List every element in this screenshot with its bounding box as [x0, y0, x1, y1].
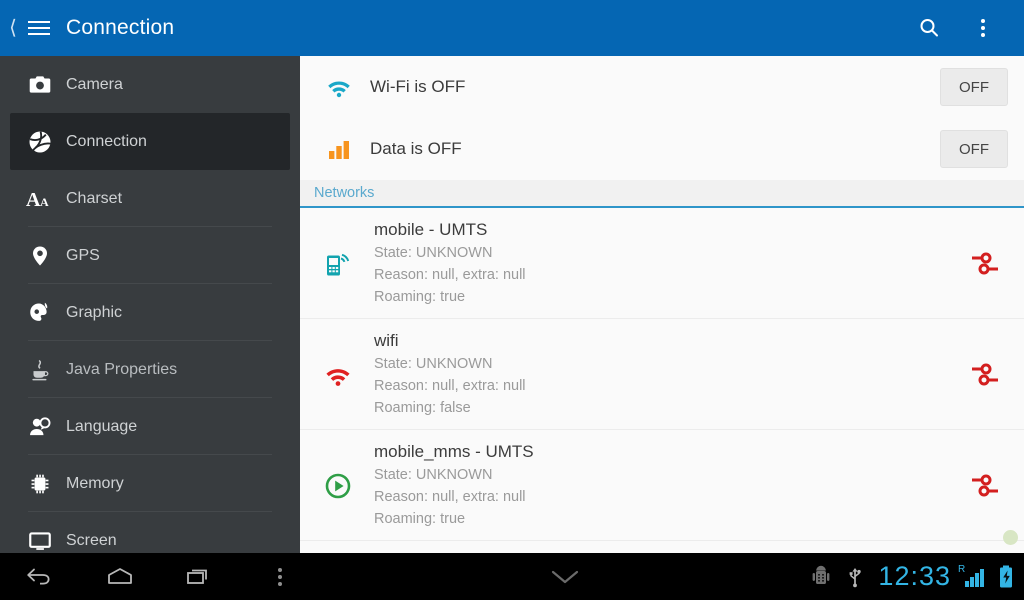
sidebar-item-graphic[interactable]: Graphic: [0, 284, 300, 341]
sidebar-item-label: Connection: [66, 132, 147, 150]
hamburger-icon[interactable]: [22, 0, 56, 56]
network-reason: Reason: null, extra: null: [374, 266, 526, 283]
battery-charging-icon: [1000, 565, 1012, 587]
sidebar-item-label: GPS: [66, 246, 100, 264]
camera-icon: [20, 65, 60, 105]
overflow-menu-icon[interactable]: [240, 553, 320, 600]
network-roaming: Roaming: true: [374, 288, 466, 305]
sidebar-item-java-properties[interactable]: Java Properties: [0, 341, 300, 398]
networks-section-header: Networks: [300, 180, 1024, 208]
overflow-menu-icon[interactable]: [956, 0, 1010, 56]
network-info: mobile_mms - UMTS State: UNKNOWN Reason:…: [374, 442, 962, 530]
disconnected-plug-icon[interactable]: [962, 352, 1008, 398]
network-roaming: Roaming: true: [374, 510, 466, 527]
signal-bars-icon: R: [958, 564, 984, 587]
section-title: Networks: [314, 185, 375, 201]
back-chevron-icon[interactable]: ⟨: [4, 0, 22, 56]
sidebar-item-language[interactable]: Language: [0, 398, 300, 455]
mobile-signal-icon: [318, 244, 358, 284]
disconnected-plug-icon[interactable]: [962, 241, 1008, 287]
chevron-down-icon[interactable]: [320, 566, 810, 588]
network-reason: Reason: null, extra: null: [374, 488, 526, 505]
sidebar-item-label: Java Properties: [66, 360, 178, 378]
network-title: mobile_mms - UMTS: [374, 441, 534, 461]
wifi-toggle-row[interactable]: Wi-Fi is OFF OFF: [300, 56, 1024, 118]
network-state: State: UNKNOWN: [374, 244, 493, 261]
data-toggle-row[interactable]: Data is OFF OFF: [300, 118, 1024, 180]
app-bar: ⟨ Connection: [0, 0, 1024, 56]
sidebar-item-memory[interactable]: Memory: [0, 455, 300, 512]
data-status-label: Data is OFF: [370, 139, 462, 158]
svg-text:A: A: [26, 189, 41, 211]
wifi-status-label: Wi-Fi is OFF: [370, 77, 466, 96]
sidebar-item-label: Screen: [66, 531, 117, 549]
recent-apps-icon[interactable]: [160, 553, 240, 600]
sidebar-item-charset[interactable]: A A Charset: [0, 170, 300, 227]
play-circle-icon: [318, 466, 358, 506]
network-row-mobile-mms[interactable]: mobile_mms - UMTS State: UNKNOWN Reason:…: [300, 430, 1024, 541]
network-reason: Reason: null, extra: null: [374, 377, 526, 394]
sidebar-item-label: Charset: [66, 189, 123, 207]
usb-icon: [850, 567, 862, 587]
wifi-off-button[interactable]: OFF: [940, 68, 1008, 106]
network-state: State: UNKNOWN: [374, 355, 493, 372]
monitor-icon: [20, 521, 60, 554]
wifi-icon: [318, 355, 358, 395]
sidebar-item-screen[interactable]: Screen: [0, 512, 300, 553]
network-roaming: Roaming: false: [374, 399, 471, 416]
status-clock: 12:33: [878, 561, 951, 591]
page-title: Connection: [66, 16, 175, 39]
font-size-icon: A A: [20, 179, 60, 219]
java-cup-icon: [20, 350, 60, 390]
network-state: State: UNKNOWN: [374, 466, 493, 483]
network-info: wifi State: UNKNOWN Reason: null, extra:…: [374, 331, 962, 419]
network-row-mobile[interactable]: mobile - UMTS State: UNKNOWN Reason: nul…: [300, 208, 1024, 319]
sidebar-item-label: Memory: [66, 474, 124, 492]
search-icon[interactable]: [902, 0, 956, 56]
sidebar-item-connection[interactable]: Connection: [10, 113, 290, 170]
home-icon[interactable]: [80, 553, 160, 600]
sidebar-item-camera[interactable]: Camera: [0, 56, 300, 113]
scroll-position-dot[interactable]: [1003, 530, 1018, 545]
network-title: wifi: [374, 330, 399, 350]
sidebar[interactable]: Camera Connection A A Charset GPS Graphi…: [0, 56, 300, 553]
roaming-indicator: R: [958, 563, 966, 575]
data-off-button[interactable]: OFF: [940, 130, 1008, 168]
sidebar-item-label: Graphic: [66, 303, 123, 321]
wifi-icon: [322, 70, 356, 104]
back-arrow-icon[interactable]: [0, 553, 80, 600]
globe-network-icon: [20, 122, 60, 162]
app-screen: ⟨ Connection Camera Connection A A Chars…: [0, 0, 1024, 600]
location-pin-icon: [20, 236, 60, 276]
sidebar-item-label: Language: [66, 417, 138, 435]
palette-brush-icon: [20, 293, 60, 333]
system-navigation-bar: 12:33 R: [0, 553, 1024, 600]
disconnected-plug-icon[interactable]: [962, 463, 1008, 509]
connection-panel: Wi-Fi is OFF OFF Data is OFF OFF Network…: [300, 56, 1024, 553]
svg-text:A: A: [40, 195, 49, 209]
sidebar-item-gps[interactable]: GPS: [0, 227, 300, 284]
sidebar-item-label: Camera: [66, 75, 123, 93]
network-title: mobile - UMTS: [374, 219, 488, 239]
status-tray: 12:33 R: [810, 561, 1024, 592]
user-speech-icon: [20, 407, 60, 447]
network-row-wifi[interactable]: wifi State: UNKNOWN Reason: null, extra:…: [300, 319, 1024, 430]
network-info: mobile - UMTS State: UNKNOWN Reason: nul…: [374, 220, 962, 308]
android-debug-icon: [813, 565, 830, 584]
memory-chip-icon: [20, 464, 60, 504]
signal-bars-icon: [322, 132, 356, 166]
